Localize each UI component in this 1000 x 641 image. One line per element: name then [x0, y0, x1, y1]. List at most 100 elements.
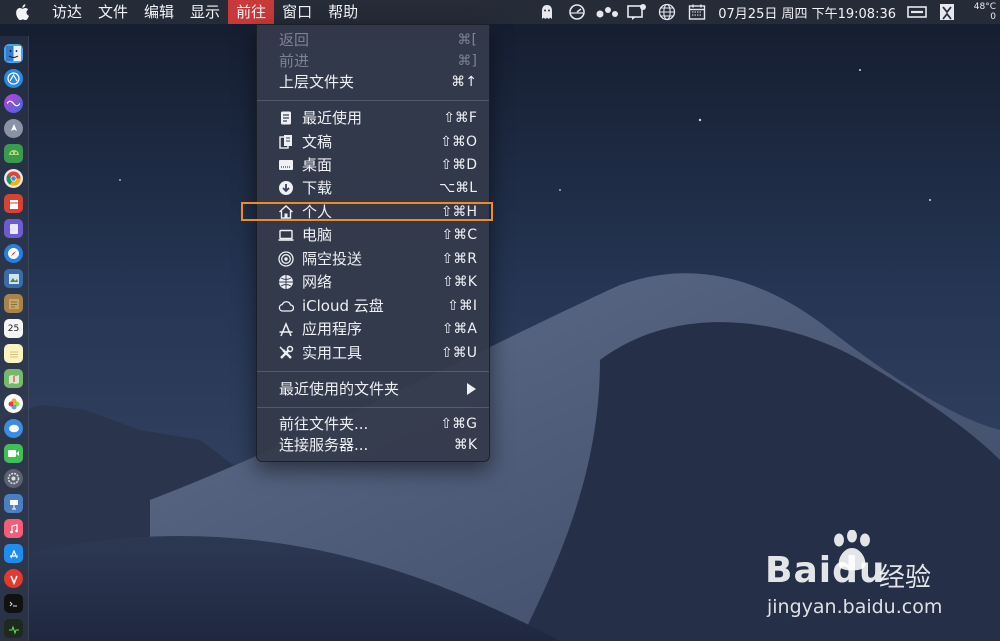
photos-icon[interactable] [4, 394, 23, 413]
applications-icon [279, 322, 293, 337]
maps-icon[interactable] [4, 369, 23, 388]
messages-icon[interactable] [4, 419, 23, 438]
menu-item-shortcut: ⇧⌘U [441, 345, 477, 361]
dots-icon[interactable] [595, 0, 619, 24]
watermark-brand: Baidu [765, 550, 886, 591]
menu-item-network[interactable]: 网络 ⇧⌘K [257, 271, 489, 293]
menu-item-connect-server[interactable]: 连接服务器... ⌘K [257, 434, 489, 456]
airdrop-icon [278, 251, 294, 267]
fan-value: 0 [990, 12, 996, 22]
menu-item-label: 下载 [302, 179, 333, 197]
menu-item-label: 隔空投送 [302, 250, 363, 268]
calendar-icon[interactable] [685, 0, 709, 24]
menu-item-shortcut: ⇧⌘O [440, 134, 477, 150]
preview-icon[interactable] [4, 269, 23, 288]
itunes-icon[interactable] [4, 519, 23, 538]
stickies-icon[interactable] [4, 344, 23, 363]
menu-item-desktop[interactable]: 桌面 ⇧⌘D [257, 154, 489, 176]
system-preferences-icon[interactable] [4, 469, 23, 488]
submenu-arrow-icon [467, 383, 476, 395]
globe-icon[interactable] [655, 0, 679, 24]
siri-icon[interactable] [4, 94, 23, 113]
dock: 25 [0, 36, 29, 641]
menu-item-shortcut: ⇧⌘F [443, 110, 477, 126]
menu-item-shortcut: ⌥⌘L [439, 180, 477, 196]
watermark-sub: 经验 [879, 563, 932, 593]
menu-item-label: 前往文件夹... [279, 415, 369, 433]
apple-icon[interactable] [0, 0, 44, 24]
watermark-url: jingyan.baidu.com [767, 596, 943, 618]
menu-item-shortcut: ⌘↑ [451, 74, 477, 90]
notes-app-icon[interactable] [4, 294, 23, 313]
chrome-icon[interactable] [4, 169, 23, 188]
menu-item-shortcut: ⌘[ [457, 32, 477, 48]
menu-item-shortcut: ⌘K [453, 437, 477, 453]
vivaldi-icon[interactable] [4, 569, 23, 588]
temperature-readout[interactable]: 48°C 0 [962, 2, 996, 22]
menu-item-forward[interactable]: 前进 ⌘] [257, 50, 489, 72]
menu-item-label: 电脑 [302, 226, 333, 244]
menu-item-recent-folders[interactable]: 最近使用的文件夹 [257, 378, 489, 400]
menu-item-documents[interactable]: 文稿 ⇧⌘O [257, 131, 489, 153]
menubar-clock[interactable]: 07月25日 周四 下午19:08:36 [718, 3, 896, 22]
gauge-icon[interactable] [565, 0, 589, 24]
app-store-dock-icon[interactable] [4, 69, 23, 88]
finder-icon[interactable] [4, 44, 23, 63]
menu-item-back[interactable]: 返回 ⌘[ [257, 29, 489, 51]
menu-item-applications[interactable]: 应用程序 ⇧⌘A [257, 318, 489, 340]
menu-window[interactable]: 窗口 [274, 0, 320, 24]
menu-bar: 访达 文件 编辑 显示 前往 窗口 帮助 07月25日 周四 下午19:08:3… [0, 0, 1000, 24]
computer-icon [278, 229, 294, 241]
menu-finder[interactable]: 访达 [44, 0, 90, 24]
safari-icon[interactable] [4, 244, 23, 263]
highlight-box [241, 202, 493, 221]
ghost-icon[interactable] [535, 0, 559, 24]
terminal-icon[interactable] [4, 594, 23, 613]
keka-icon[interactable] [4, 219, 23, 238]
calendar-dock-icon[interactable]: 25 [4, 319, 23, 338]
menu-item-label: 最近使用 [302, 109, 363, 127]
menu-item-shortcut: ⇧⌘R [441, 251, 477, 267]
menu-separator [257, 371, 489, 372]
menu-item-computer[interactable]: 电脑 ⇧⌘C [257, 224, 489, 246]
menu-separator [257, 407, 489, 408]
menu-item-downloads[interactable]: 下载 ⌥⌘L [257, 177, 489, 199]
menu-item-enclosing-folder[interactable]: 上层文件夹 ⌘↑ [257, 71, 489, 93]
menu-item-icloud[interactable]: iCloud 云盘 ⇧⌘I [257, 295, 489, 317]
menu-item-label: 实用工具 [302, 344, 363, 362]
app-store-icon[interactable] [4, 544, 23, 563]
menu-item-shortcut: ⌘] [457, 53, 477, 69]
menu-go[interactable]: 前往 [228, 0, 275, 24]
android-icon[interactable] [4, 144, 23, 163]
screen-icon[interactable] [905, 0, 929, 24]
facetime-icon[interactable] [4, 444, 23, 463]
downloads-icon [279, 181, 293, 195]
menu-item-label: 应用程序 [302, 320, 363, 338]
keynote-icon[interactable] [4, 494, 23, 513]
temperature-value: 48°C [973, 2, 996, 12]
menu-separator [257, 100, 489, 101]
recents-icon [281, 111, 291, 125]
go-menu-dropdown: 返回 ⌘[ 前进 ⌘] 上层文件夹 ⌘↑ 最近使用 ⇧⌘F 文稿 ⇧⌘O 桌面 … [256, 24, 490, 462]
activity-monitor-icon[interactable] [4, 619, 23, 638]
menu-item-shortcut: ⇧⌘G [440, 416, 477, 432]
menu-item-shortcut: ⇧⌘K [442, 274, 477, 290]
menu-view[interactable]: 显示 [182, 0, 228, 24]
menu-item-recents[interactable]: 最近使用 ⇧⌘F [257, 107, 489, 129]
menu-item-airdrop[interactable]: 隔空投送 ⇧⌘R [257, 248, 489, 270]
icloud-icon [278, 301, 294, 312]
menu-item-utilities[interactable]: 实用工具 ⇧⌘U [257, 342, 489, 364]
notification-icon[interactable] [625, 0, 649, 24]
utilities-icon [279, 345, 294, 359]
menu-file[interactable]: 文件 [90, 0, 136, 24]
menu-item-shortcut: ⇧⌘C [441, 227, 477, 243]
bookmark-icon[interactable] [935, 0, 959, 24]
launchpad-icon[interactable] [4, 119, 23, 138]
menu-item-label: 上层文件夹 [279, 73, 355, 91]
menu-item-label: 最近使用的文件夹 [279, 380, 400, 398]
menu-edit[interactable]: 编辑 [136, 0, 182, 24]
menu-help[interactable]: 帮助 [320, 0, 366, 24]
fantastical-icon[interactable] [4, 194, 23, 213]
menu-item-label: 文稿 [302, 133, 333, 151]
menu-item-go-to-folder[interactable]: 前往文件夹... ⇧⌘G [257, 413, 489, 435]
